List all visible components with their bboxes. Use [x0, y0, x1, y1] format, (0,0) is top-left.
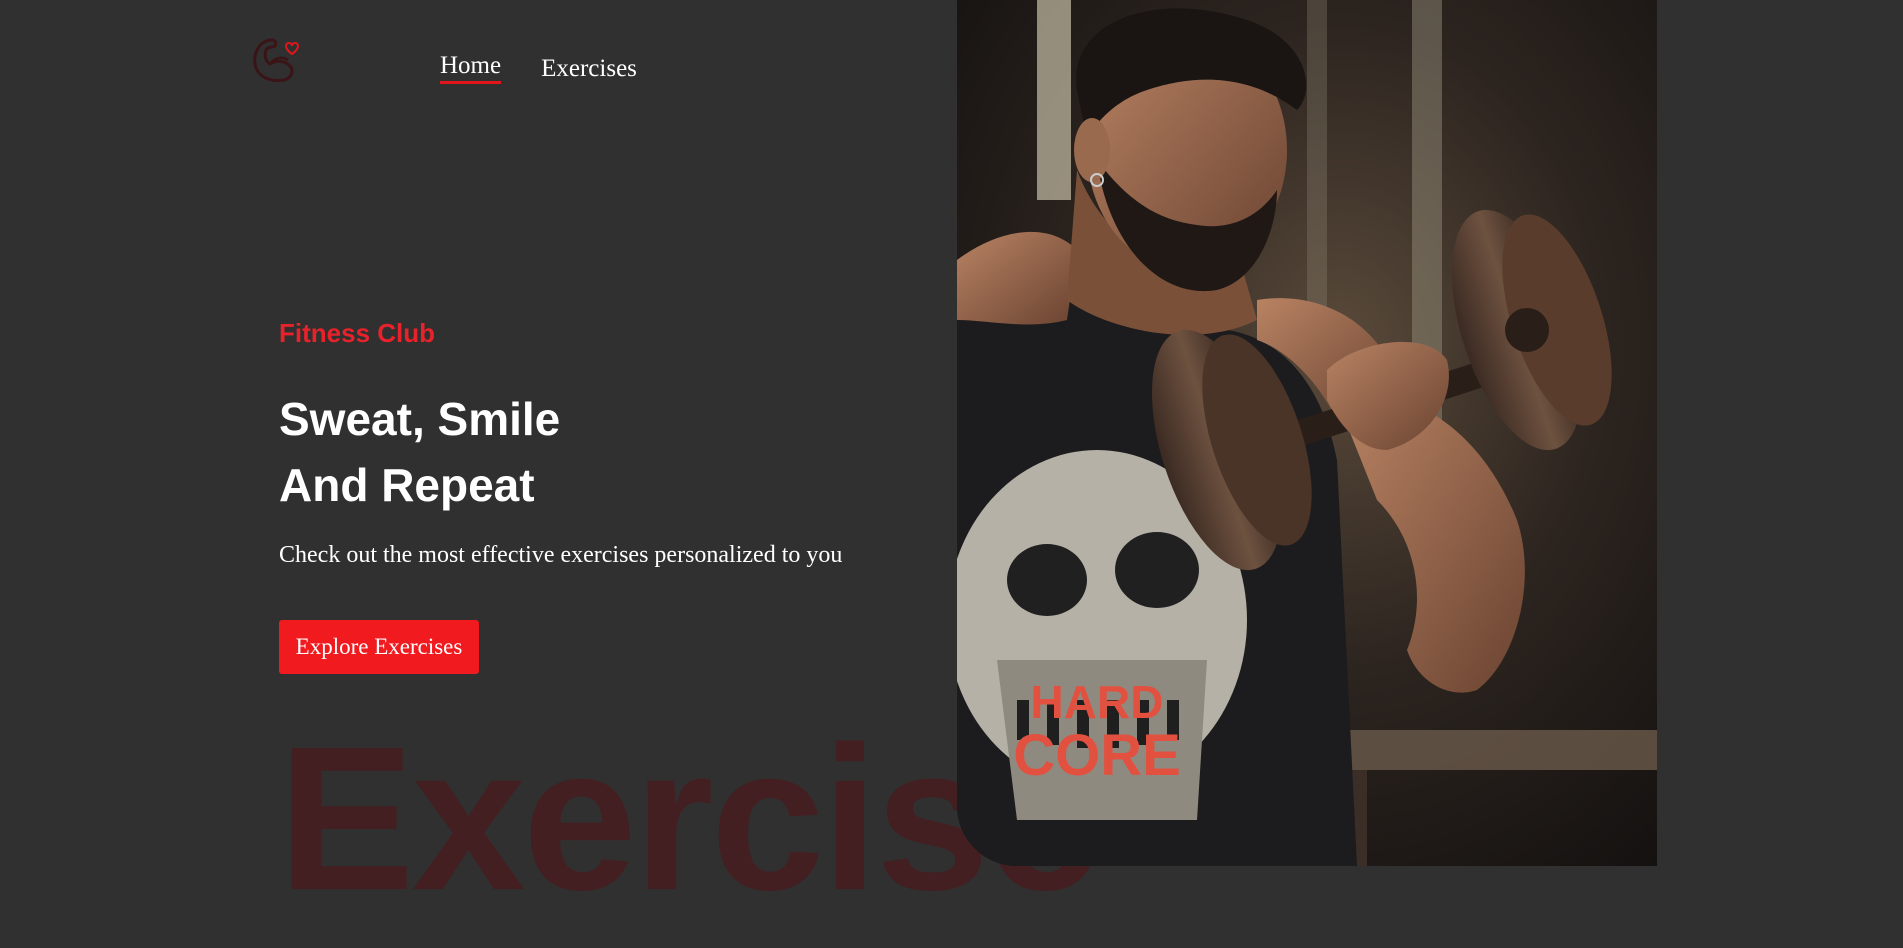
hero-headline-line1: Sweat, Smile	[279, 393, 561, 445]
hero-kicker: Fitness Club	[279, 318, 436, 348]
explore-exercises-button[interactable]: Explore Exercises	[279, 620, 479, 674]
nav-exercises-link[interactable]: Exercises	[541, 55, 637, 87]
hero-subtitle: Check out the most effective exercises p…	[279, 542, 843, 568]
hero-image: HARD CORE	[957, 0, 1657, 866]
flexed-bicep-heart-icon	[253, 38, 300, 82]
nav-home-link[interactable]: Home	[440, 52, 502, 84]
hero-headline: Sweat, Smile And Repeat	[279, 386, 560, 518]
hero-headline-line2: And Repeat	[279, 459, 535, 511]
main-nav: Home Exercises	[440, 52, 637, 84]
athlete-dumbbell-photo: HARD CORE	[957, 0, 1657, 866]
shirt-text-core: CORE	[1013, 723, 1181, 788]
shirt-text-hard: HARD	[1031, 676, 1164, 728]
logo[interactable]	[248, 30, 304, 86]
